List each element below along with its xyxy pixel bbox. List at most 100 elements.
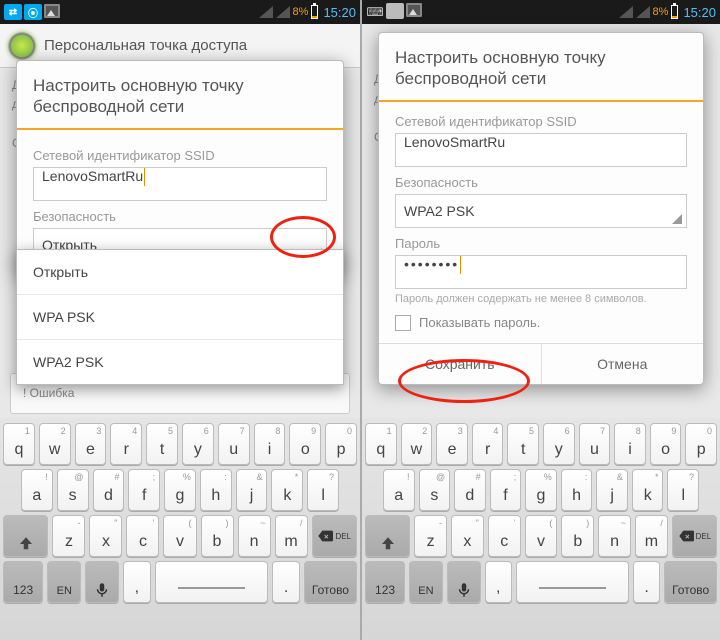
- key-t[interactable]: t5: [507, 423, 539, 465]
- key-j[interactable]: j&: [236, 469, 268, 511]
- show-password-checkbox[interactable]: [395, 315, 411, 331]
- app-icon: [386, 3, 404, 19]
- key-q[interactable]: q1: [365, 423, 397, 465]
- security-option-open[interactable]: Открыть: [17, 250, 343, 295]
- key-k[interactable]: k*: [271, 469, 303, 511]
- done-key[interactable]: Готово: [304, 561, 357, 603]
- key-s[interactable]: s@: [57, 469, 89, 511]
- done-key[interactable]: Готово: [664, 561, 717, 603]
- shift-key[interactable]: [3, 515, 48, 557]
- key-o[interactable]: o9: [289, 423, 321, 465]
- save-button[interactable]: Сохранить: [379, 344, 541, 384]
- key-f[interactable]: f;: [128, 469, 160, 511]
- key-m[interactable]: m/: [275, 515, 308, 557]
- mic-key[interactable]: [85, 561, 119, 603]
- key-e[interactable]: e3: [436, 423, 468, 465]
- comma-key[interactable]: ,: [123, 561, 151, 603]
- key-i[interactable]: i8: [254, 423, 286, 465]
- ssid-input[interactable]: LenovoSmartRu: [395, 133, 687, 167]
- key-a[interactable]: a!: [21, 469, 53, 511]
- key-z[interactable]: z-: [414, 515, 447, 557]
- key-t[interactable]: t5: [146, 423, 178, 465]
- key-w[interactable]: w2: [39, 423, 71, 465]
- password-hint: Пароль должен содержать не менее 8 симво…: [395, 293, 687, 305]
- text-cursor: [144, 168, 145, 186]
- key-i[interactable]: i8: [614, 423, 646, 465]
- kb-row4: 123 EN , . Готово: [365, 561, 717, 603]
- key-b[interactable]: b): [201, 515, 234, 557]
- key-p[interactable]: p0: [685, 423, 717, 465]
- key-m[interactable]: m/: [635, 515, 668, 557]
- page-title: Персональная точка доступа: [44, 37, 247, 54]
- key-v[interactable]: v(: [525, 515, 558, 557]
- keyboard-status-icon: ⌨: [366, 3, 384, 21]
- key-w[interactable]: w2: [401, 423, 433, 465]
- key-n[interactable]: n~: [598, 515, 631, 557]
- key-u[interactable]: u7: [579, 423, 611, 465]
- shift-key[interactable]: [365, 515, 410, 557]
- battery-icon: [671, 5, 678, 19]
- password-input[interactable]: ••••••••: [395, 255, 687, 289]
- security-option-wpa2[interactable]: WPA2 PSK: [17, 340, 343, 384]
- signal-icon: [259, 6, 273, 18]
- phone-left: ⇄ ⦿ 8% 15:20 Персональная точка доступа …: [0, 0, 360, 640]
- key-e[interactable]: e3: [75, 423, 107, 465]
- wifi-status-icon: ⦿: [24, 4, 42, 20]
- key-d[interactable]: d#: [93, 469, 125, 511]
- ssid-input[interactable]: LenovoSmartRu: [33, 167, 327, 201]
- key-y[interactable]: y6: [543, 423, 575, 465]
- key-x[interactable]: x": [89, 515, 122, 557]
- key-z[interactable]: z-: [52, 515, 85, 557]
- key-k[interactable]: k*: [632, 469, 664, 511]
- space-key[interactable]: [155, 561, 269, 603]
- key-l[interactable]: l?: [307, 469, 339, 511]
- text-cursor: [460, 256, 461, 274]
- key-o[interactable]: o9: [650, 423, 682, 465]
- key-a[interactable]: a!: [383, 469, 415, 511]
- key-g[interactable]: g%: [525, 469, 557, 511]
- period-key[interactable]: .: [633, 561, 660, 603]
- kb-row4: 123 EN , . Готово: [3, 561, 357, 603]
- key-x[interactable]: x": [451, 515, 484, 557]
- lang-key[interactable]: EN: [409, 561, 443, 603]
- delete-key[interactable]: DEL: [312, 515, 357, 557]
- screenshot-icon: [44, 4, 60, 18]
- mic-key[interactable]: [447, 561, 481, 603]
- key-g[interactable]: g%: [164, 469, 196, 511]
- clock: 15:20: [323, 5, 356, 20]
- cancel-button[interactable]: Отмена: [541, 344, 704, 384]
- key-b[interactable]: b): [561, 515, 594, 557]
- key-h[interactable]: h:: [200, 469, 232, 511]
- hotspot-dialog: Настроить основную точку беспроводной се…: [378, 32, 704, 385]
- key-s[interactable]: s@: [419, 469, 451, 511]
- status-bar: ⇄ ⦿ 8% 15:20: [0, 0, 360, 24]
- security-select[interactable]: WPA2 PSK: [395, 194, 687, 228]
- key-n[interactable]: n~: [238, 515, 271, 557]
- numeric-key[interactable]: 123: [3, 561, 43, 603]
- security-option-wpa[interactable]: WPA PSK: [17, 295, 343, 340]
- keyboard: q1w2e3r4t5y6u7i8o9p0 a!s@d#f;g%h:j&k*l? …: [362, 418, 720, 640]
- key-r[interactable]: r4: [472, 423, 504, 465]
- comma-key[interactable]: ,: [485, 561, 512, 603]
- key-j[interactable]: j&: [596, 469, 628, 511]
- key-q[interactable]: q1: [3, 423, 35, 465]
- key-r[interactable]: r4: [110, 423, 142, 465]
- key-v[interactable]: v(: [163, 515, 196, 557]
- key-p[interactable]: p0: [325, 423, 357, 465]
- period-key[interactable]: .: [272, 561, 300, 603]
- space-key[interactable]: [516, 561, 629, 603]
- signal-icon: [619, 6, 633, 18]
- lang-key[interactable]: EN: [47, 561, 81, 603]
- key-c[interactable]: c': [126, 515, 159, 557]
- key-d[interactable]: d#: [454, 469, 486, 511]
- key-c[interactable]: c': [488, 515, 521, 557]
- key-f[interactable]: f;: [490, 469, 522, 511]
- key-h[interactable]: h:: [561, 469, 593, 511]
- key-u[interactable]: u7: [218, 423, 250, 465]
- app-icon: ⇄: [4, 4, 22, 20]
- key-y[interactable]: y6: [182, 423, 214, 465]
- key-l[interactable]: l?: [667, 469, 699, 511]
- numeric-key[interactable]: 123: [365, 561, 405, 603]
- delete-key[interactable]: DEL: [672, 515, 717, 557]
- kb-row3: z-x"c'v(b)n~m/DEL: [365, 515, 717, 557]
